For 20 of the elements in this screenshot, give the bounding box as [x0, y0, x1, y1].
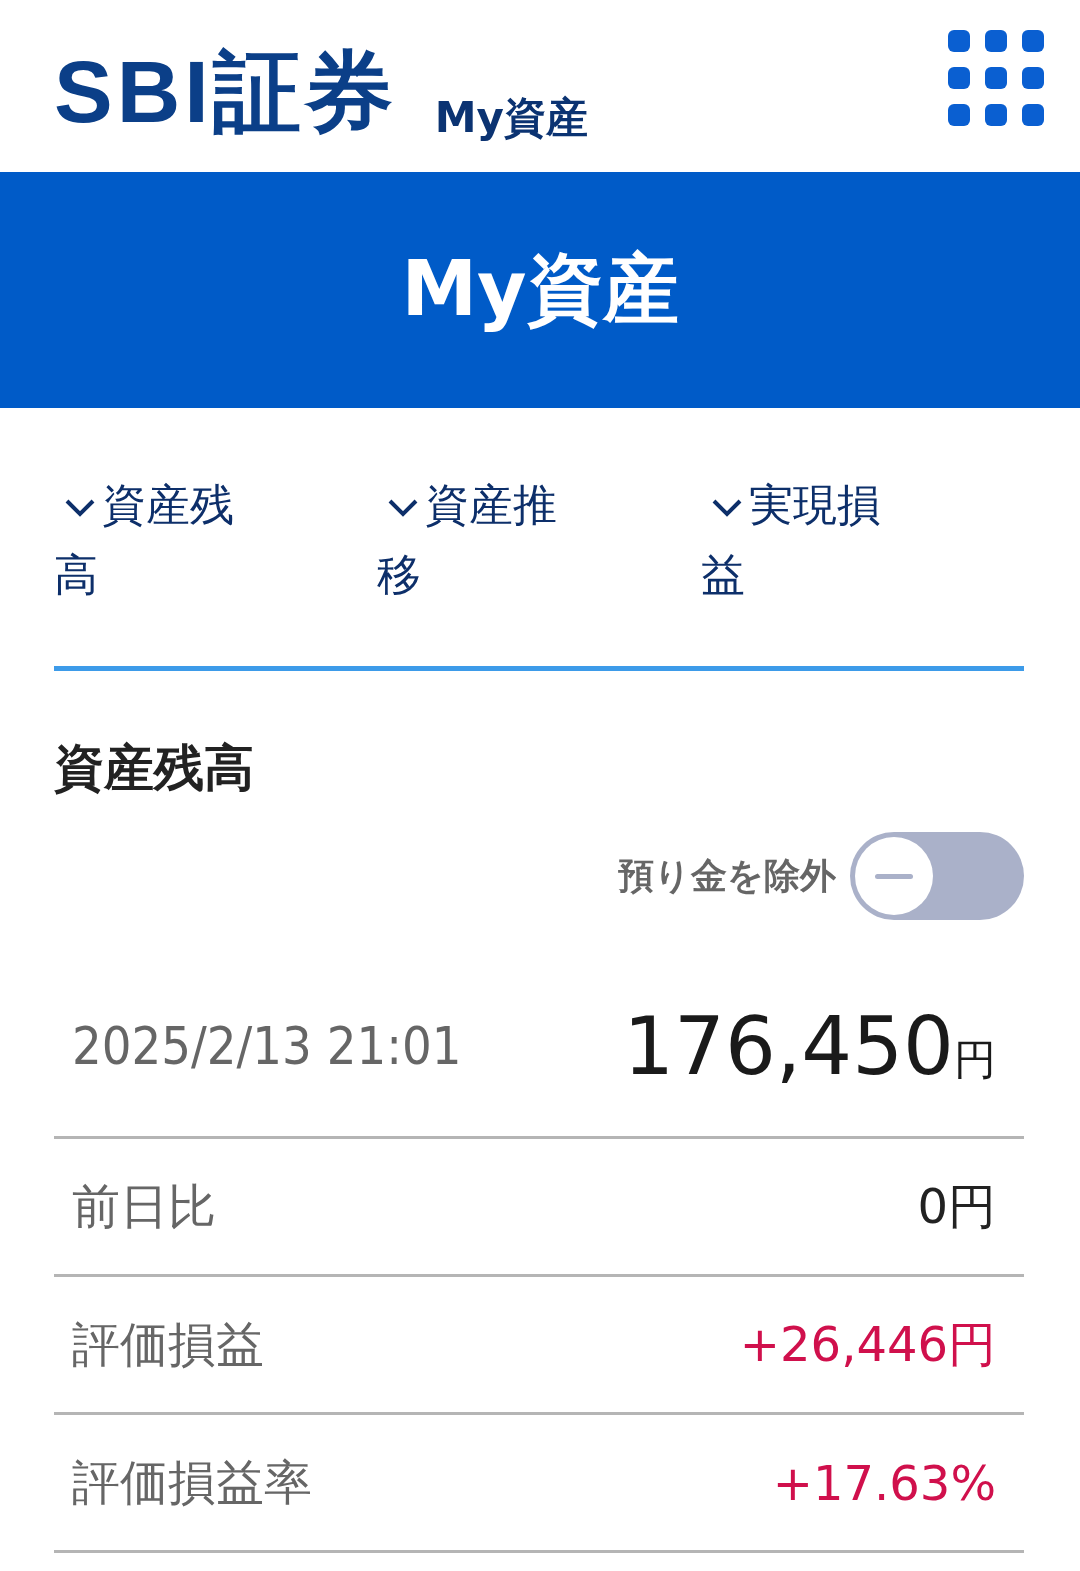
logo: SBI証券	[54, 48, 397, 136]
total-amount: 176,450 円	[623, 999, 996, 1093]
section-link[interactable]: 資産推移	[377, 470, 578, 610]
row-label: 評価損益率	[72, 1452, 312, 1512]
toggle-label: 預り金を除外	[618, 853, 836, 898]
chevron-down-icon	[64, 498, 96, 518]
row-value: 0円	[917, 1176, 996, 1236]
row-label: 評価損益	[72, 1314, 264, 1374]
section-title: 資産残高	[54, 738, 255, 799]
chevron-down-icon	[387, 498, 420, 518]
timestamp: 2025/2/13 21:01	[72, 1016, 462, 1076]
page-title: My資産	[401, 242, 679, 335]
menu-icon[interactable]	[948, 30, 1044, 126]
row-value: +26,446円	[739, 1314, 996, 1374]
page-subtitle: My資産	[434, 92, 588, 144]
section-link[interactable]: 資産残高	[54, 470, 254, 610]
row-value: +17.63%	[772, 1454, 996, 1511]
row-label: 前日比	[72, 1176, 216, 1236]
section-link[interactable]: 実現損益	[700, 470, 901, 610]
chevron-down-icon	[710, 498, 743, 518]
